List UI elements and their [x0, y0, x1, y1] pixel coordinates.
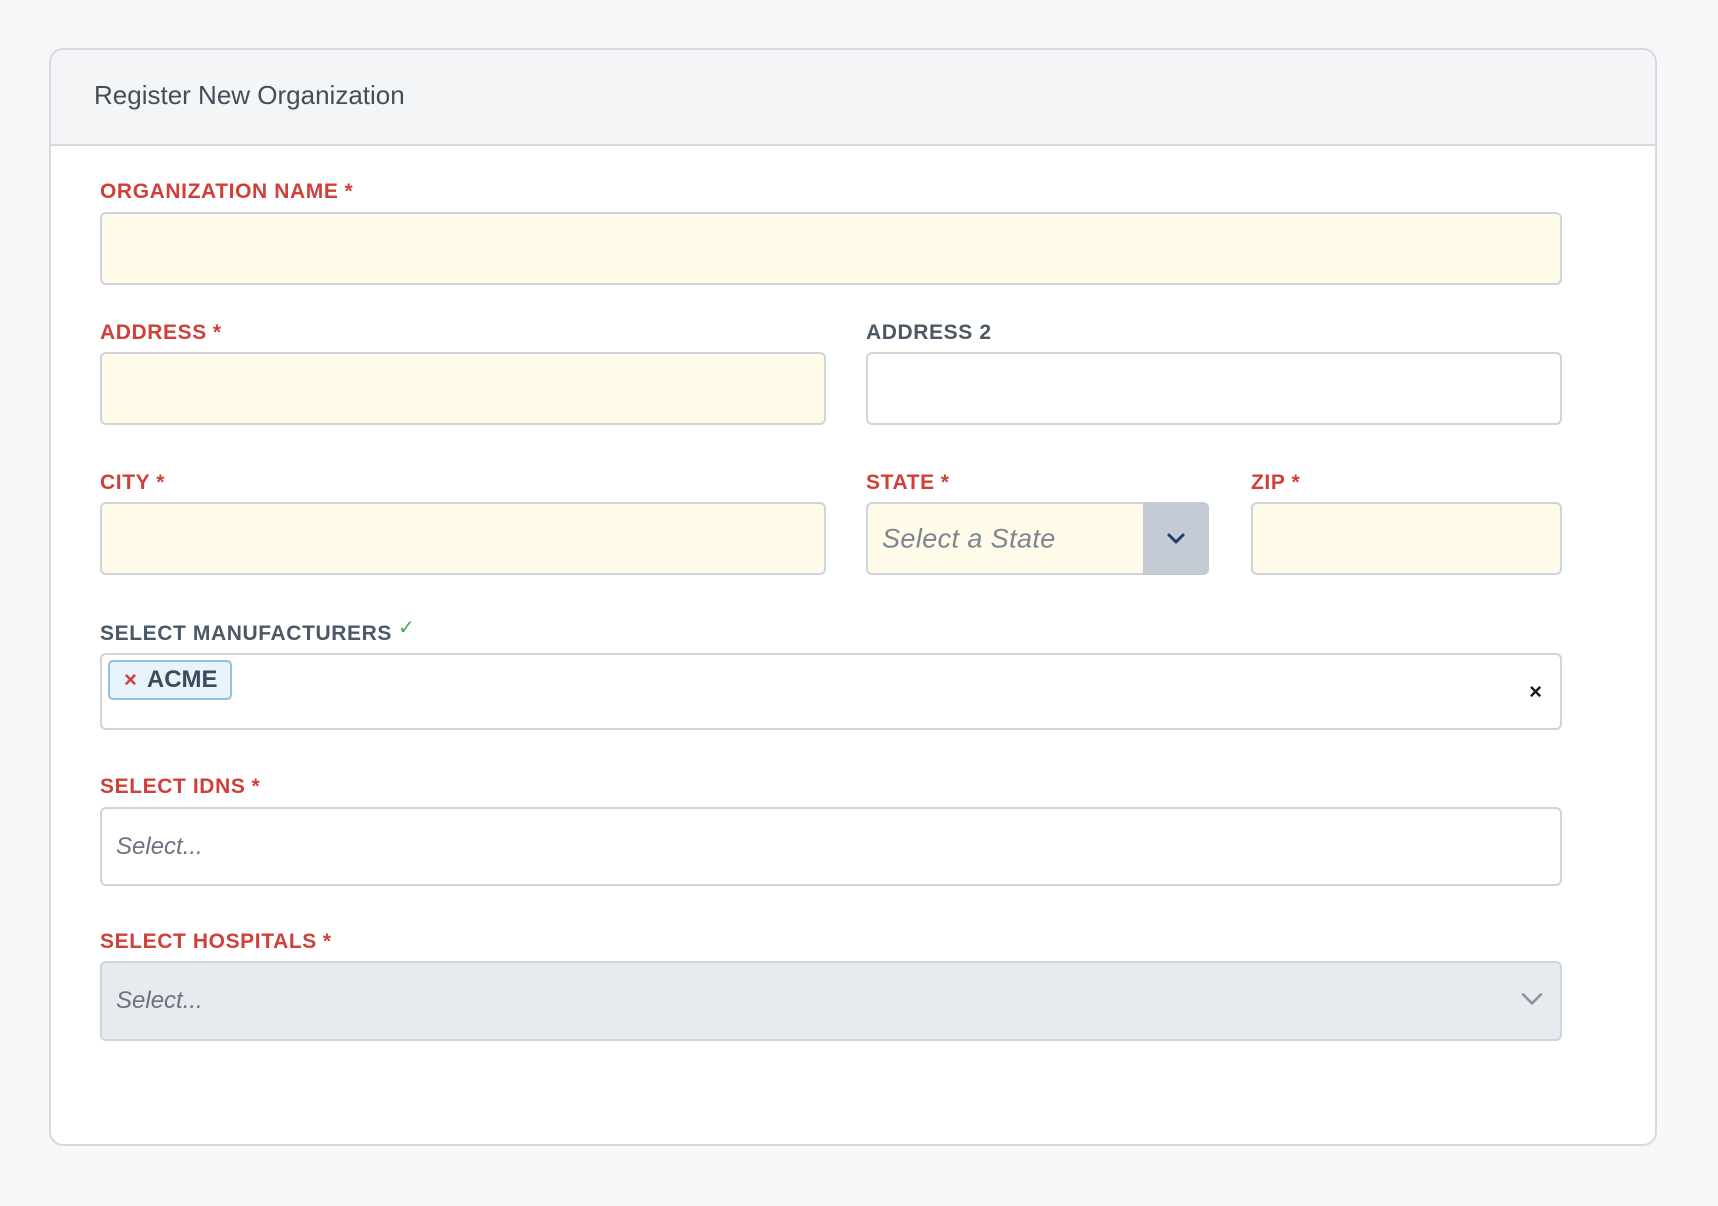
hospitals-label: SELECT HOSPITALS * [100, 929, 332, 955]
required-mark: * [1291, 471, 1301, 494]
state-placeholder: Select a State [882, 523, 1056, 553]
chevron-down-icon [1166, 532, 1186, 546]
required-mark: * [212, 321, 222, 344]
idns-label-text: SELECT IDNS [100, 775, 246, 798]
valid-check-icon: ✓ [398, 617, 416, 639]
idns-label: SELECT IDNS * [100, 774, 260, 800]
manufacturers-select[interactable]: × ACME × [100, 653, 1562, 730]
hospitals-label-text: SELECT HOSPITALS [100, 930, 317, 953]
organization-name-label: ORGANIZATION NAME * [100, 179, 353, 205]
manufacturers-label: SELECT MANUFACTURERS ✓ [100, 617, 415, 647]
selected-tag-acme: × ACME [108, 660, 232, 700]
address-input[interactable] [100, 352, 826, 425]
idns-select[interactable]: Select... [100, 807, 1562, 886]
address2-input[interactable] [866, 352, 1562, 425]
address-label-text: ADDRESS [100, 321, 207, 344]
idns-placeholder: Select... [116, 832, 203, 860]
state-dropdown-button[interactable] [1143, 502, 1209, 575]
address2-label: ADDRESS 2 [866, 320, 992, 346]
organization-name-label-text: ORGANIZATION NAME [100, 180, 339, 203]
required-mark: * [344, 180, 354, 203]
required-mark: * [251, 775, 261, 798]
organization-name-input[interactable] [100, 212, 1562, 285]
register-organization-card: Register New Organization ORGANIZATION N… [49, 48, 1657, 1146]
zip-label: ZIP * [1251, 470, 1300, 496]
address2-label-text: ADDRESS 2 [866, 321, 992, 344]
required-mark: * [940, 471, 950, 494]
city-label: CITY * [100, 470, 165, 496]
hospitals-select[interactable]: Select... [100, 961, 1562, 1041]
state-label-text: STATE [866, 471, 935, 494]
city-label-text: CITY [100, 471, 151, 494]
required-mark: * [322, 930, 332, 953]
hospitals-placeholder: Select... [116, 987, 203, 1014]
chevron-down-icon[interactable] [1520, 991, 1544, 1007]
tag-label: ACME [146, 666, 218, 693]
zip-label-text: ZIP [1251, 471, 1286, 494]
close-icon[interactable]: × [124, 669, 137, 691]
required-mark: * [156, 471, 166, 494]
clear-selection-icon[interactable]: × [1529, 680, 1542, 703]
state-select[interactable]: Select a State [866, 502, 1209, 575]
manufacturers-label-text: SELECT MANUFACTURERS [100, 622, 393, 645]
zip-input[interactable] [1251, 502, 1562, 575]
address-label: ADDRESS * [100, 320, 222, 346]
state-label: STATE * [866, 470, 950, 496]
card-header: Register New Organization [51, 50, 1655, 146]
page-title: Register New Organization [94, 80, 405, 110]
city-input[interactable] [100, 502, 826, 575]
